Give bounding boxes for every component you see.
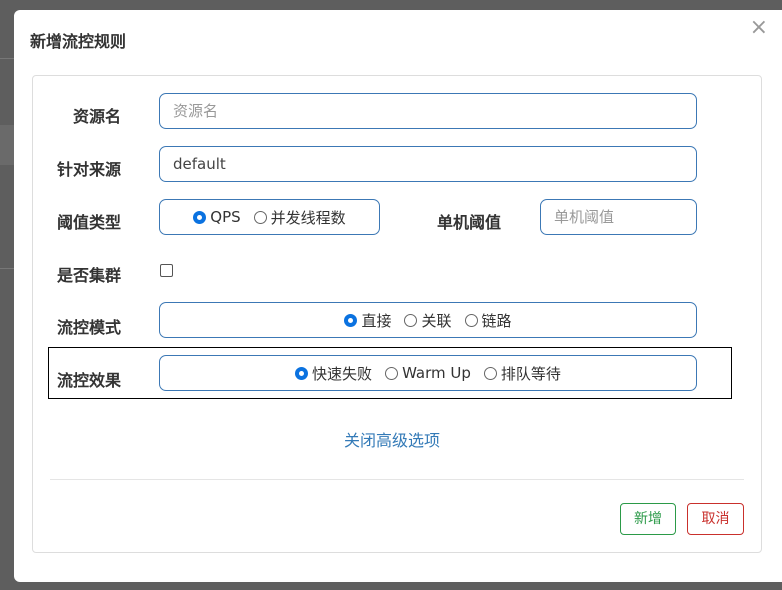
radio-unchecked-icon[interactable] bbox=[464, 313, 478, 327]
threshold-type-option-thread[interactable]: 并发线程数 bbox=[253, 207, 346, 228]
background-page-strip bbox=[0, 125, 14, 165]
single-threshold-input[interactable]: 单机阈值 bbox=[540, 199, 697, 235]
cluster-label: 是否集群 bbox=[57, 266, 122, 285]
resource-name-input[interactable]: 资源名 bbox=[159, 93, 697, 129]
control-mode-option-chain[interactable]: 链路 bbox=[464, 310, 512, 331]
background-divider bbox=[0, 268, 14, 269]
close-icon[interactable]: × bbox=[750, 14, 768, 42]
radio-checked-icon[interactable] bbox=[193, 210, 207, 224]
threshold-type-radio-group: QPS 并发线程数 bbox=[159, 199, 380, 235]
radio-unchecked-icon[interactable] bbox=[483, 366, 497, 380]
single-threshold-label: 单机阈值 bbox=[437, 213, 502, 232]
single-threshold-placeholder: 单机阈值 bbox=[554, 208, 615, 226]
radio-label: 链路 bbox=[481, 311, 512, 330]
control-mode-label: 流控模式 bbox=[57, 318, 122, 337]
cancel-button[interactable]: 取消 bbox=[687, 503, 744, 535]
radio-label: Warm Up bbox=[402, 364, 471, 382]
radio-label: QPS bbox=[210, 208, 241, 226]
dialog-title: 新增流控规则 bbox=[30, 32, 127, 51]
threshold-type-label: 阈值类型 bbox=[57, 213, 122, 232]
radio-unchecked-icon[interactable] bbox=[404, 313, 418, 327]
control-effect-option-queue[interactable]: 排队等待 bbox=[483, 363, 561, 384]
radio-label: 快速失败 bbox=[312, 364, 373, 383]
radio-label: 直接 bbox=[361, 311, 392, 330]
radio-unchecked-icon[interactable] bbox=[385, 366, 399, 380]
radio-checked-icon[interactable] bbox=[344, 313, 358, 327]
limit-app-input[interactable]: default bbox=[159, 146, 697, 182]
resource-name-placeholder: 资源名 bbox=[173, 102, 219, 120]
radio-label: 关联 bbox=[421, 311, 452, 330]
radio-label: 并发线程数 bbox=[270, 208, 346, 227]
control-mode-radio-group: 直接 关联 链路 bbox=[159, 302, 697, 338]
resource-name-label: 资源名 bbox=[73, 107, 122, 126]
add-button[interactable]: 新增 bbox=[620, 503, 676, 535]
cluster-checkbox[interactable] bbox=[160, 264, 173, 277]
background-divider bbox=[0, 58, 14, 59]
control-mode-option-relate[interactable]: 关联 bbox=[404, 310, 452, 331]
radio-unchecked-icon[interactable] bbox=[253, 210, 267, 224]
control-effect-option-fast-fail[interactable]: 快速失败 bbox=[295, 363, 372, 384]
control-effect-radio-group: 快速失败 Warm Up 排队等待 bbox=[159, 355, 697, 391]
control-effect-label: 流控效果 bbox=[57, 371, 122, 390]
advanced-options-toggle-link[interactable]: 关闭高级选项 bbox=[344, 427, 440, 451]
control-effect-option-warm-up[interactable]: Warm Up bbox=[385, 364, 471, 382]
control-mode-option-direct[interactable]: 直接 bbox=[344, 310, 391, 331]
limit-app-label: 针对来源 bbox=[57, 160, 122, 179]
footer-divider bbox=[50, 479, 744, 480]
threshold-type-option-qps[interactable]: QPS bbox=[193, 208, 241, 226]
radio-label: 排队等待 bbox=[500, 364, 561, 383]
radio-checked-icon[interactable] bbox=[295, 366, 309, 380]
